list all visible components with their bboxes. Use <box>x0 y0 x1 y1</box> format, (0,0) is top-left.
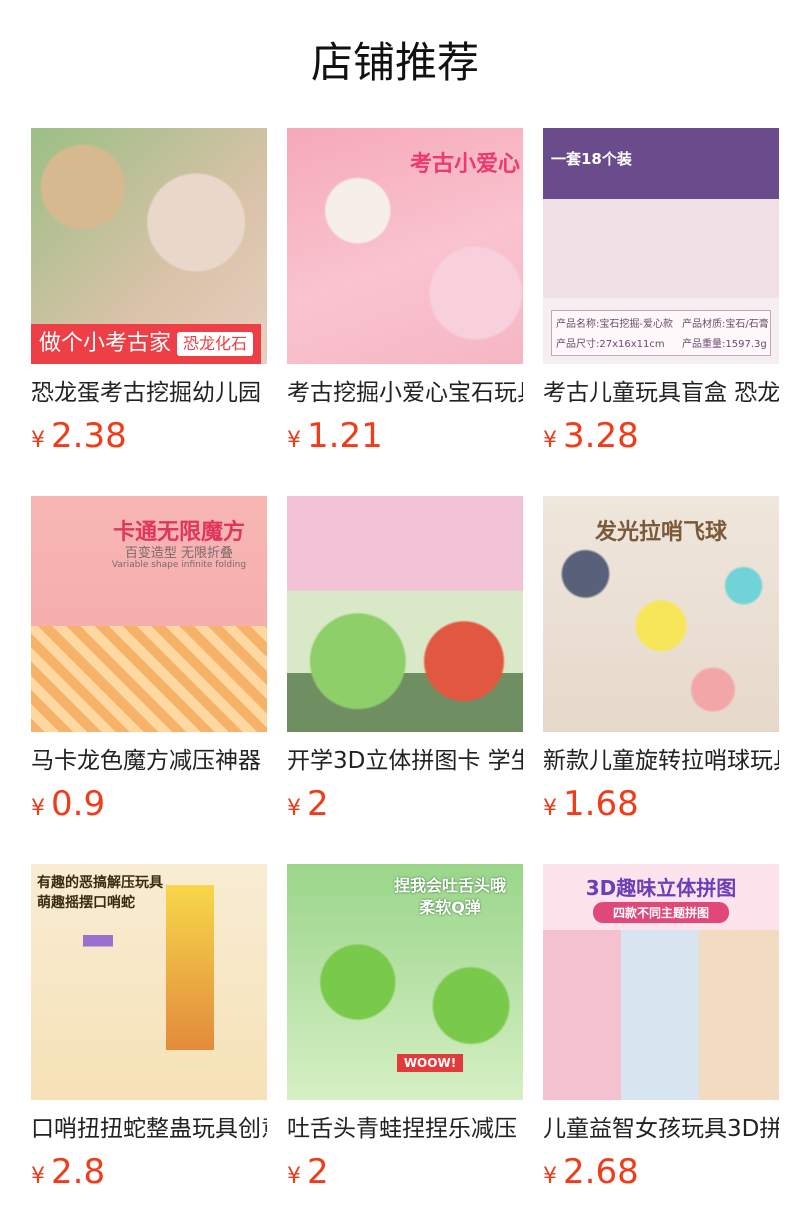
product-price: ¥2 <box>287 1152 523 1198</box>
price-value: 2 <box>307 1152 329 1192</box>
product-price: ¥2.8 <box>31 1152 267 1198</box>
product-image[interactable]: 做个小考古家 恐龙化石 <box>31 128 267 364</box>
price-value: 2 <box>307 784 329 824</box>
currency-symbol: ¥ <box>31 428 45 453</box>
banner-badge: 恐龙化石 <box>177 332 254 356</box>
product-name[interactable]: 口哨扭扭蛇整蛊玩具创意 <box>31 1112 267 1146</box>
product-price: ¥0.9 <box>31 784 267 830</box>
product-name[interactable]: 儿童益智女孩玩具3D拼图 <box>543 1112 779 1146</box>
product-image[interactable]: 卡通无限魔方 百变造型 无限折叠 Variable shape infinite… <box>31 496 267 732</box>
product-card[interactable]: 开学3D立体拼图卡 学生 ¥2 <box>287 496 523 830</box>
product-price: ¥2 <box>287 784 523 830</box>
product-price: ¥2.68 <box>543 1152 779 1198</box>
spec-size: 产品尺寸:27x16x11cm <box>556 339 665 350</box>
currency-symbol: ¥ <box>543 1164 557 1189</box>
price-value: 3.28 <box>563 416 639 456</box>
product-price: ¥1.21 <box>287 416 523 462</box>
banner-text: 做个小考古家 <box>39 331 172 356</box>
spec-weight: 产品重量:1597.3g <box>682 339 767 350</box>
product-card[interactable]: 有趣的恶搞解压玩具 萌趣摇摆口哨蛇 口哨扭扭蛇整蛊玩具创意 ¥2.8 <box>31 864 267 1198</box>
currency-symbol: ¥ <box>543 428 557 453</box>
spec-material: 产品材质:宝石/石膏 <box>682 319 769 330</box>
currency-symbol: ¥ <box>287 1164 301 1189</box>
product-image[interactable]: 发光拉哨飞球 <box>543 496 779 732</box>
product-name[interactable]: 开学3D立体拼图卡 学生 <box>287 744 523 778</box>
product-image[interactable] <box>287 496 523 732</box>
product-name[interactable]: 考古儿童玩具盲盒 恐龙 <box>543 376 779 410</box>
price-value: 1.68 <box>563 784 639 824</box>
currency-symbol: ¥ <box>287 428 301 453</box>
product-price: ¥1.68 <box>543 784 779 830</box>
price-value: 2.38 <box>51 416 127 456</box>
product-name[interactable]: 新款儿童旋转拉哨球玩具 <box>543 744 779 778</box>
product-card[interactable]: 卡通无限魔方 百变造型 无限折叠 Variable shape infinite… <box>31 496 267 830</box>
product-card[interactable]: 考古小爱心 考古挖掘小爱心宝石玩具 ¥1.21 <box>287 128 523 462</box>
product-name[interactable]: 吐舌头青蛙捏捏乐减压 <box>287 1112 523 1146</box>
image-headline: 考古小爱心 <box>409 152 520 177</box>
product-name[interactable]: 恐龙蛋考古挖掘幼儿园 <box>31 376 267 410</box>
product-image[interactable]: 考古小爱心 <box>287 128 523 364</box>
product-image[interactable]: 有趣的恶搞解压玩具 萌趣摇摆口哨蛇 <box>31 864 267 1100</box>
image-subtitle: 四款不同主题拼图 <box>593 902 729 923</box>
image-headline: 捏我会吐舌头哦 <box>393 876 506 895</box>
image-headline: 发光拉哨飞球 <box>594 520 727 545</box>
product-card[interactable]: 一套18个装 产品名称:宝石挖掘-爱心款 产品材质:宝石/石膏 产品尺寸:27x… <box>543 128 779 462</box>
product-name[interactable]: 马卡龙色魔方减压神器 <box>31 744 267 778</box>
price-value: 2.8 <box>51 1152 106 1192</box>
product-image[interactable]: 捏我会吐舌头哦 柔软Q弹 WOOW! <box>287 864 523 1100</box>
product-card[interactable]: 做个小考古家 恐龙化石 恐龙蛋考古挖掘幼儿园 ¥2.38 <box>31 128 267 462</box>
spec-name: 产品名称:宝石挖掘-爱心款 <box>556 319 673 330</box>
image-subtitle: 百变造型 无限折叠 <box>124 546 234 561</box>
product-image[interactable]: 一套18个装 产品名称:宝石挖掘-爱心款 产品材质:宝石/石膏 产品尺寸:27x… <box>543 128 779 364</box>
product-price: ¥2.38 <box>31 416 267 462</box>
price-value: 0.9 <box>51 784 106 824</box>
spec-table: 产品名称:宝石挖掘-爱心款 产品材质:宝石/石膏 产品尺寸:27x16x11cm… <box>551 310 771 356</box>
image-subtitle: 柔软Q弹 <box>419 898 481 917</box>
image-headline: 有趣的恶搞解压玩具 <box>37 875 163 891</box>
currency-symbol: ¥ <box>287 796 301 821</box>
image-badge: WOOW! <box>397 1054 463 1072</box>
image-banner: 做个小考古家 恐龙化石 <box>31 324 262 364</box>
product-card[interactable]: 发光拉哨飞球 新款儿童旋转拉哨球玩具 ¥1.68 <box>543 496 779 830</box>
currency-symbol: ¥ <box>31 796 45 821</box>
image-label: 一套18个装 <box>551 150 632 168</box>
product-price: ¥3.28 <box>543 416 779 462</box>
price-value: 2.68 <box>563 1152 639 1192</box>
product-card[interactable]: 捏我会吐舌头哦 柔软Q弹 WOOW! 吐舌头青蛙捏捏乐减压 ¥2 <box>287 864 523 1198</box>
image-subtitle: 萌趣摇摆口哨蛇 <box>37 895 135 911</box>
price-value: 1.21 <box>307 416 383 456</box>
currency-symbol: ¥ <box>31 1164 45 1189</box>
product-card[interactable]: 3D趣味立体拼图 四款不同主题拼图 儿童益智女孩玩具3D拼图 ¥2.68 <box>543 864 779 1198</box>
product-name[interactable]: 考古挖掘小爱心宝石玩具 <box>287 376 523 410</box>
currency-symbol: ¥ <box>543 796 557 821</box>
image-subtitle-en: Variable shape infinite folding <box>111 560 247 570</box>
product-image[interactable]: 3D趣味立体拼图 四款不同主题拼图 <box>543 864 779 1100</box>
product-grid: 做个小考古家 恐龙化石 恐龙蛋考古挖掘幼儿园 ¥2.38 考古小爱心 考古挖掘小爱… <box>0 0 790 1232</box>
image-headline: 3D趣味立体拼图 <box>585 876 737 900</box>
